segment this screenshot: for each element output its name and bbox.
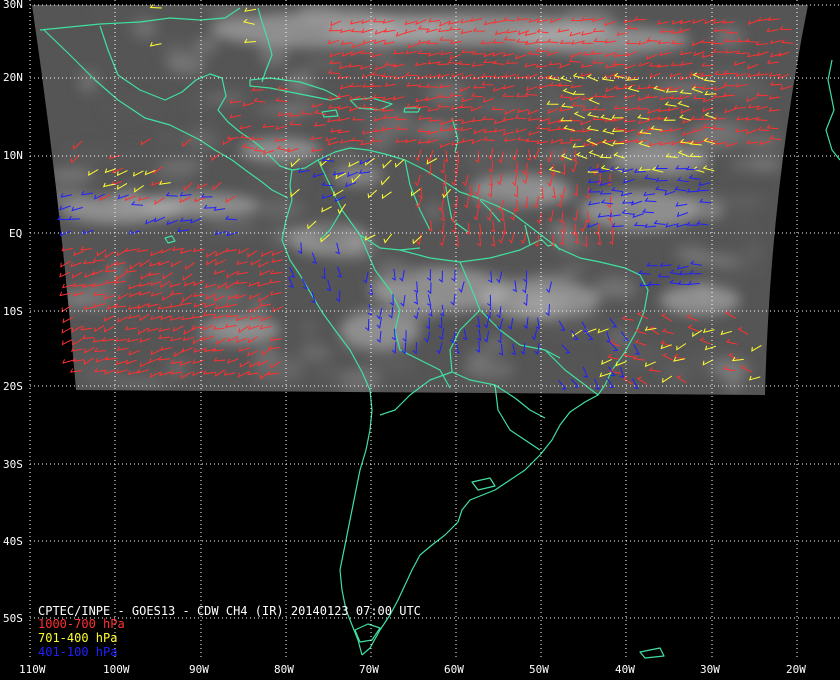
cloud-patch [523,272,576,283]
cloud-patch [427,81,465,106]
cloud-patch [100,318,159,328]
lon-label: 50W [529,663,549,676]
cloud-patch [504,50,541,73]
cloud-patch [115,187,143,214]
cloud-patch [593,278,638,299]
lat-label: EQ [9,227,22,240]
cloud-patch [152,162,197,183]
cloud-patch [569,94,591,116]
cloud-patch [158,130,176,144]
cloud-patch [346,237,370,257]
cloud-patch [249,298,268,316]
lat-label: 50S [3,612,23,625]
cloud-patch [112,152,157,162]
cloud-patch [711,251,761,278]
cloud-patch [423,202,444,220]
cloud-patch [720,196,766,208]
cloud-patch [734,212,756,232]
cloud-patch [694,279,713,300]
cloud-patch [296,33,325,43]
cloud-patch [298,344,332,363]
lat-label: 10S [3,305,23,318]
longitude-labels: 110W 100W 90W 80W 70W 60W 50W 40W 30W 20… [19,663,806,676]
cloud-patch [169,194,187,212]
cloud-patch [75,361,123,386]
cloud-patch [166,53,207,76]
cloud-patch [374,260,423,285]
cloud-patch [497,155,523,165]
cloud-patch [259,39,289,68]
wind-barb [61,339,73,346]
legend-low-level: 1000-700 hPa [38,617,125,631]
lat-label: 40S [3,535,23,548]
cloud-patch [256,106,281,115]
cloud-patch [240,138,320,162]
cloud-patch [401,298,438,322]
lat-label: 20S [3,380,23,393]
cloud-patch [540,98,567,120]
cloud-patch [63,146,114,162]
cloud-patch [620,135,649,151]
lat-label: 20N [3,71,23,84]
cloud-patch [300,315,318,343]
lon-label: 80W [274,663,294,676]
cloud-patch [248,172,308,192]
lat-label: 30S [3,458,23,471]
cloud-patch [533,188,579,202]
cloud-patch [191,37,219,54]
map-title: CPTEC/INPE - GOES13 - CDW CH4 (IR) 20140… [38,604,421,618]
cloud-patch [369,49,397,68]
cloud-patch [702,207,725,220]
map-canvas: 30N 20N 10N EQ 10S 20S 30S 40S 50S 110W … [3,0,840,676]
cloud-patch [474,101,533,114]
cloud-patch [418,123,458,138]
lon-label: 30W [700,663,720,676]
lat-label: 10N [3,149,23,162]
cloud-patch [746,115,776,137]
satellite-wind-map: 30N 20N 10N EQ 10S 20S 30S 40S 50S 110W … [0,0,840,680]
cloud-patch [257,198,305,220]
cloud-patch [88,276,112,303]
cloud-patch [713,25,744,49]
lon-label: 110W [19,663,46,676]
cloud-patch [317,367,343,378]
lon-label: 70W [359,663,379,676]
lat-label: 30N [3,0,23,11]
cloud-patch [167,252,194,280]
latitude-labels: 30N 20N 10N EQ 10S 20S 30S 40S 50S [3,0,23,625]
cloud-patch [268,227,319,246]
cloud-patch [466,348,490,369]
cloud-patch [186,92,217,112]
lon-label: 100W [103,663,130,676]
cloud-patch [93,5,120,23]
lon-label: 40W [615,663,635,676]
legend-mid-level: 701-400 hPa [38,631,118,645]
lon-label: 60W [444,663,464,676]
lon-label: 20W [786,663,806,676]
lon-label: 90W [189,663,209,676]
cloud-patch [494,276,524,293]
wind-barb [62,359,74,364]
legend-high-level: 401-100 hPa [38,645,118,659]
cloud-patch [731,156,769,171]
cloud-patch [431,267,450,277]
cloud-patch [302,59,343,70]
cloud-patch [33,169,93,182]
wind-barb [61,327,73,334]
cloud-patch [673,242,708,262]
cloud-patch [342,337,360,353]
